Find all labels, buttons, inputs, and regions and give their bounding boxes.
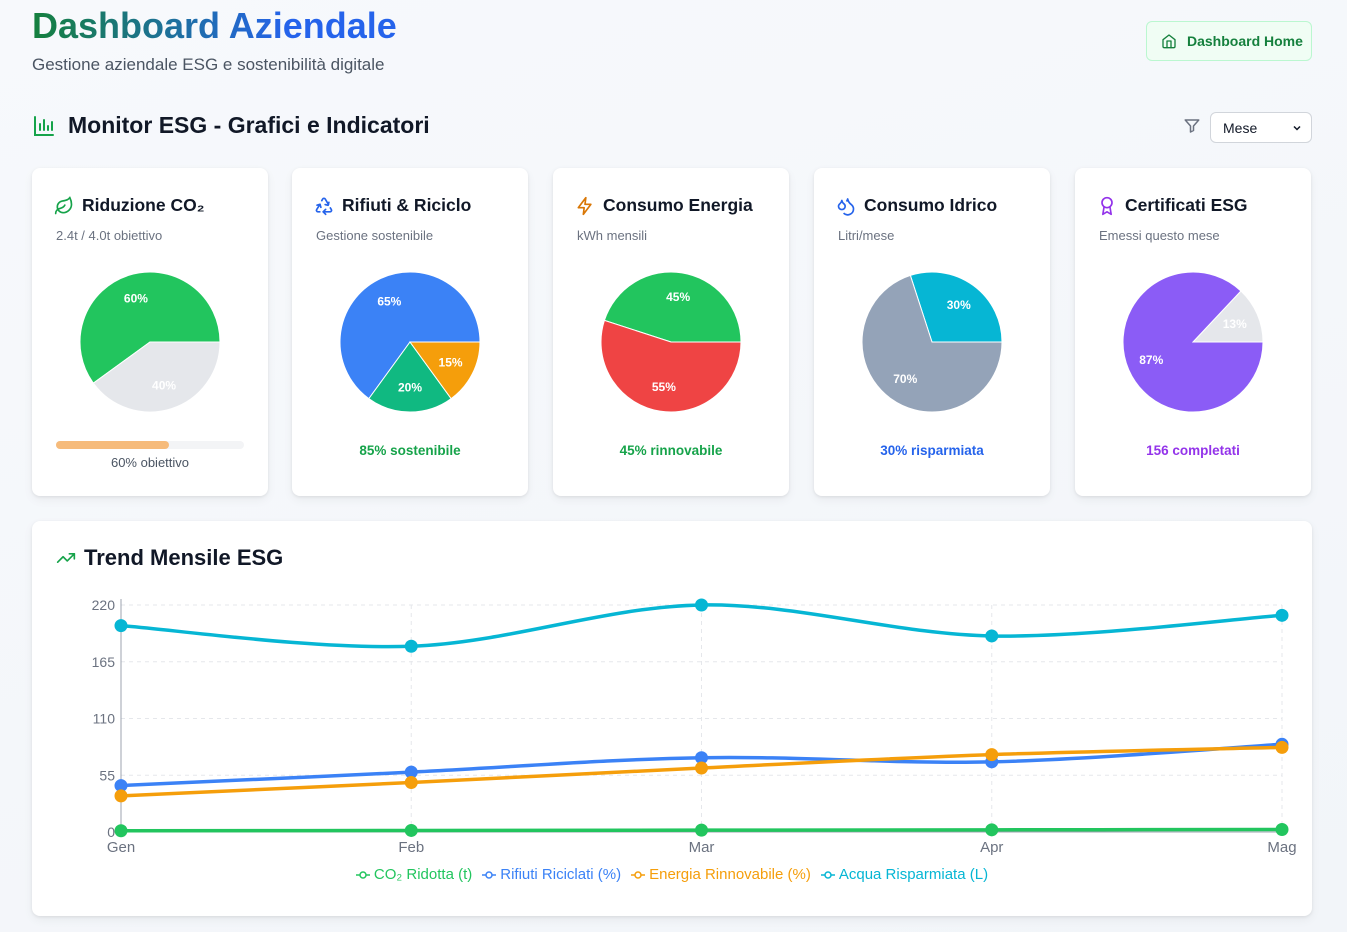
card-footer: 156 completati	[1146, 443, 1240, 458]
legend-line-icon	[631, 870, 646, 879]
x-tick-label: Feb	[398, 839, 424, 856]
trend-line-chart: 0 55 110 165 220 Gen Feb Mar Apr Mag	[92, 597, 1297, 856]
section-title: Monitor ESG - Grafici e Indicatori	[68, 112, 430, 138]
pie-slice-label: 55%	[652, 380, 676, 394]
card-co2: Riduzione CO₂ 2.4t / 4.0t obiettivo 60% 4…	[32, 168, 268, 496]
droplets-icon	[837, 197, 855, 216]
award-icon	[1101, 196, 1113, 215]
progress-label: 60% obiettivo	[110, 455, 190, 470]
pie-slice-label: 65%	[377, 294, 401, 308]
x-tick-label: Apr	[980, 839, 1003, 856]
card-subtitle: Emessi questo mese	[1099, 228, 1220, 243]
y-tick-label: 55	[99, 767, 115, 783]
card-subtitle: 2.4t / 4.0t obiettivo	[56, 228, 163, 243]
data-point	[695, 823, 708, 837]
legend-item[interactable]: Energia Rinnovabile (%)	[631, 866, 811, 883]
card-idrico: Consumo Idrico Litri/mese 30% 70% 30% ris…	[814, 168, 1050, 496]
data-point	[985, 748, 999, 762]
certificati-pie-chart: 13% 87%	[1123, 272, 1263, 412]
x-tick-label: Gen	[107, 839, 135, 856]
dashboard-home-button[interactable]: Dashboard Home	[1146, 21, 1312, 61]
chevron-down-icon	[1293, 125, 1301, 131]
card-footer: 45% rinnovabile	[619, 443, 723, 458]
card-title: Rifiuti & Riciclo	[342, 195, 472, 215]
pie-slice-label: 13%	[1223, 317, 1247, 331]
rifiuti-pie-chart: 65% 20% 15%	[340, 272, 480, 412]
pie-slice-label: 70%	[893, 372, 917, 386]
data-point	[114, 789, 128, 803]
pie-slice-label: 87%	[1139, 353, 1163, 367]
page-title: Dashboard Aziendale	[32, 5, 397, 46]
period-select[interactable]: Mese	[1210, 112, 1312, 143]
trend-card: 0 55 110 165 220 Gen Feb Mar Apr Mag Trend Mensil…	[32, 521, 1312, 916]
home-icon	[1162, 34, 1176, 49]
x-tick-label: Mar	[689, 839, 715, 856]
card-title: Consumo Idrico	[864, 195, 998, 215]
card-subtitle: Litri/mese	[838, 228, 895, 243]
legend-line-icon	[820, 870, 835, 879]
lightning-icon	[577, 196, 592, 215]
data-point	[404, 823, 418, 837]
leaf-icon	[54, 195, 73, 214]
data-point	[985, 823, 999, 837]
legend-item[interactable]: Rifiuti Riciclati (%)	[482, 866, 621, 883]
card-rifiuti: Rifiuti & Riciclo Gestione sostenibile 6…	[292, 168, 528, 496]
idrico-pie-chart: 30% 70%	[862, 272, 1002, 412]
data-point	[404, 639, 418, 653]
pie-slice-label: 45%	[666, 290, 690, 304]
y-tick-label: 0	[107, 824, 115, 840]
data-point	[114, 619, 128, 633]
trending-up-icon	[56, 553, 76, 563]
legend-item[interactable]: Acqua Risparmiata (L)	[820, 866, 989, 883]
data-point	[695, 598, 708, 612]
data-point	[1275, 740, 1289, 754]
recycle-icon	[315, 197, 333, 215]
card-title: Certificati ESG	[1125, 195, 1248, 215]
chart-legend: CO₂ Ridotta (t) Rifiuti Riciclati (%) Ener…	[32, 866, 1312, 883]
y-tick-label: 165	[92, 654, 116, 670]
pie-slice-label: 60%	[124, 292, 148, 306]
card-footer: 30% risparmiata	[880, 443, 984, 458]
legend-label: CO₂ Ridotta (t)	[373, 866, 473, 883]
home-button-label: Dashboard Home	[1187, 33, 1303, 49]
page-subtitle: Gestione aziendale ESG e sostenibilità d…	[32, 55, 385, 74]
bar-chart-icon	[34, 115, 54, 136]
x-tick-label: Mag	[1267, 839, 1296, 856]
co2-progress-bar	[56, 441, 244, 449]
card-title: Riduzione CO₂	[82, 195, 205, 215]
card-footer: 85% sostenibile	[359, 443, 461, 458]
pie-slice-label: 15%	[439, 356, 463, 370]
card-energia: Consumo Energia kWh mensili 45% 55% 45% r…	[553, 168, 789, 496]
data-point	[404, 775, 418, 789]
pie-slice-label: 20%	[398, 381, 422, 395]
trend-title: Trend Mensile ESG	[84, 545, 284, 570]
pie-slice-label: 40%	[152, 378, 176, 392]
card-title: Consumo Energia	[603, 195, 753, 215]
card-subtitle: kWh mensili	[577, 228, 648, 243]
period-select-value: Mese	[1223, 119, 1258, 136]
data-point	[114, 824, 128, 838]
data-point	[1275, 823, 1289, 837]
pie-slice-label: 30%	[947, 298, 971, 312]
y-tick-label: 110	[93, 711, 116, 727]
legend-label: Rifiuti Riciclati (%)	[500, 866, 622, 883]
energia-pie-chart: 45% 55%	[601, 272, 741, 412]
card-certificati: Certificati ESG Emessi questo mese 13% 87…	[1075, 168, 1311, 496]
legend-line-icon	[482, 870, 497, 879]
progress-fill	[56, 441, 169, 449]
co2-pie-chart: 60% 40%	[80, 272, 220, 412]
legend-label: Energia Rinnovabile (%)	[649, 866, 811, 883]
data-point	[1275, 608, 1289, 622]
legend-item[interactable]: CO₂ Ridotta (t)	[355, 866, 473, 883]
card-subtitle: Gestione sostenibile	[316, 228, 434, 243]
legend-label: Acqua Risparmiata (L)	[838, 866, 989, 883]
filter-icon[interactable]	[1183, 117, 1201, 135]
section-header: Monitor ESG - Grafici e Indicatori	[32, 112, 430, 139]
legend-line-icon	[355, 870, 370, 879]
data-point	[695, 761, 708, 775]
data-point	[985, 629, 999, 643]
y-tick-label: 220	[92, 597, 116, 613]
